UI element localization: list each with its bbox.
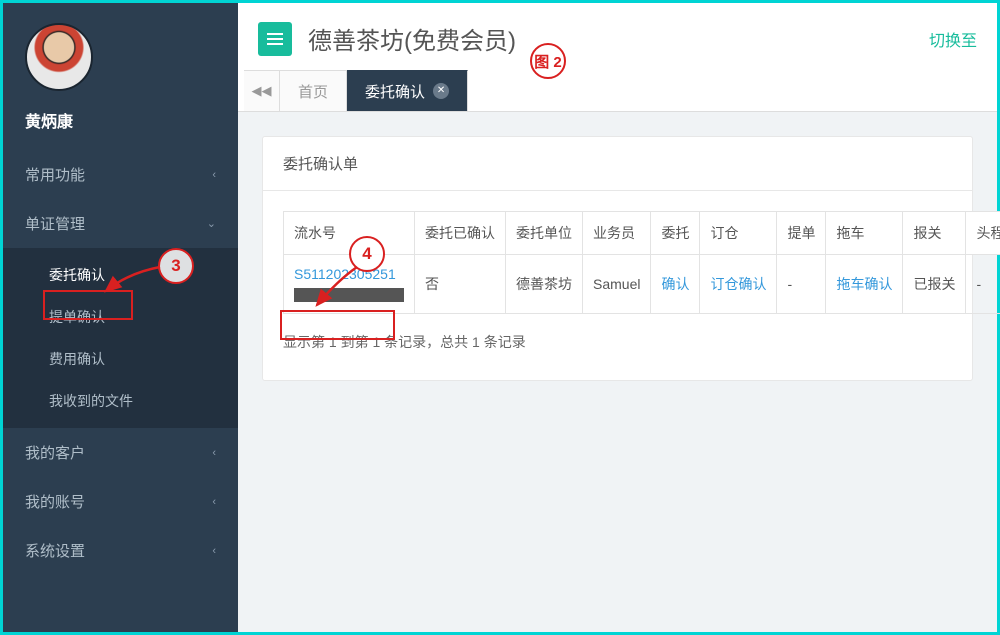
panel: 委托确认单 流水号 委托已确认 委托单位 业务员 委托 订仓 提单 拖车 (262, 136, 973, 381)
sidebar-group-label: 常用功能 (25, 164, 85, 185)
switch-link[interactable]: 切换至 (929, 27, 977, 51)
avatar-block (3, 3, 238, 96)
pagination-info: 显示第 1 到第 1 条记录，总共 1 条记录 (283, 332, 952, 352)
sidebar-group-label: 单证管理 (25, 213, 85, 234)
chevron-left-icon: ‹ (212, 169, 216, 181)
sidebar-submenu-docs: 委托确认 提单确认 费用确认 我收到的文件 (3, 248, 238, 428)
cell-customs: 已报关 (903, 255, 966, 314)
tab-bar: ◀◀ 首页 委托确认 ✕ (238, 70, 997, 112)
col-sales[interactable]: 业务员 (583, 212, 651, 255)
sidebar-item-entrust-confirm[interactable]: 委托确认 (3, 254, 238, 296)
chevron-left-icon: ‹ (212, 496, 216, 508)
cell-sales: Samuel (583, 255, 651, 314)
serial-link[interactable]: S511202305251 (294, 266, 396, 282)
sidebar-item-bl-confirm[interactable]: 提单确认 (3, 296, 238, 338)
sidebar-group-label: 我的客户 (25, 442, 85, 463)
col-customs[interactable]: 报关 (903, 212, 966, 255)
panel-body: 流水号 委托已确认 委托单位 业务员 委托 订仓 提单 拖车 报关 头程 (263, 191, 972, 380)
col-bl[interactable]: 提单 (777, 212, 826, 255)
menu-toggle-button[interactable] (258, 22, 292, 56)
sidebar-item-fee-confirm[interactable]: 费用确认 (3, 338, 238, 380)
cell-booking: 订仓确认 (700, 255, 777, 314)
cell-confirmed: 否 (415, 255, 506, 314)
sidebar-group-label: 我的账号 (25, 491, 85, 512)
chevron-down-icon: ⌄ (207, 217, 216, 230)
double-chevron-left-icon: ◀◀ (252, 83, 272, 99)
sidebar-group-customers[interactable]: 我的客户 ‹ (3, 428, 238, 477)
panel-title: 委托确认单 (263, 137, 972, 191)
sidebar-menu: 常用功能 ‹ 单证管理 ⌄ 委托确认 提单确认 费用确认 我收到的文件 我的客户… (3, 150, 238, 575)
page-title: 德善茶坊(免费会员) (308, 21, 516, 56)
sidebar-item-received-files[interactable]: 我收到的文件 (3, 380, 238, 422)
cell-client: 德善茶坊 (506, 255, 583, 314)
col-client[interactable]: 委托单位 (506, 212, 583, 255)
sidebar: 黄炳康 常用功能 ‹ 单证管理 ⌄ 委托确认 提单确认 费用确认 我收到的文件 … (3, 3, 238, 632)
sidebar-group-common[interactable]: 常用功能 ‹ (3, 150, 238, 199)
cell-entrust: 确认 (651, 255, 700, 314)
main-area: 德善茶坊(免费会员) 切换至 ◀◀ 首页 委托确认 ✕ 委托确认单 流水号 委托… (238, 3, 997, 632)
header: 德善茶坊(免费会员) 切换至 (238, 3, 997, 70)
sidebar-item-label: 委托确认 (49, 267, 105, 283)
sidebar-item-label: 费用确认 (49, 351, 105, 367)
close-icon[interactable]: ✕ (433, 83, 449, 99)
content-area: 委托确认单 流水号 委托已确认 委托单位 业务员 委托 订仓 提单 拖车 (238, 112, 997, 405)
tab-label: 首页 (298, 81, 328, 102)
table-row: S511202305251 否 德善茶坊 Samuel 确认 订仓确认 - 拖车… (284, 255, 1000, 314)
entrust-link[interactable]: 确认 (661, 276, 689, 292)
data-table: 流水号 委托已确认 委托单位 业务员 委托 订仓 提单 拖车 报关 头程 (283, 211, 1000, 314)
tab-entrust-confirm[interactable]: 委托确认 ✕ (347, 70, 468, 111)
redacted-block (294, 288, 404, 302)
cell-firstleg: - (966, 255, 1000, 314)
sidebar-group-docs[interactable]: 单证管理 ⌄ (3, 199, 238, 248)
tab-home[interactable]: 首页 (280, 70, 347, 111)
sidebar-group-label: 系统设置 (25, 540, 85, 561)
col-confirmed[interactable]: 委托已确认 (415, 212, 506, 255)
cell-bl: - (777, 255, 826, 314)
truck-link[interactable]: 拖车确认 (836, 276, 892, 292)
col-booking[interactable]: 订仓 (700, 212, 777, 255)
cell-serial: S511202305251 (284, 255, 415, 314)
sidebar-item-label: 我收到的文件 (49, 393, 133, 409)
col-truck[interactable]: 拖车 (826, 212, 903, 255)
avatar[interactable] (25, 23, 93, 91)
cell-truck: 拖车确认 (826, 255, 903, 314)
col-serial[interactable]: 流水号 (284, 212, 415, 255)
chevron-left-icon: ‹ (212, 545, 216, 557)
sidebar-group-system[interactable]: 系统设置 ‹ (3, 526, 238, 575)
chevron-left-icon: ‹ (212, 447, 216, 459)
col-entrust[interactable]: 委托 (651, 212, 700, 255)
booking-link[interactable]: 订仓确认 (710, 276, 766, 292)
col-firstleg[interactable]: 头程 (966, 212, 1000, 255)
username-label: 黄炳康 (3, 96, 238, 150)
sidebar-group-account[interactable]: 我的账号 ‹ (3, 477, 238, 526)
tab-collapse-button[interactable]: ◀◀ (244, 70, 280, 111)
sidebar-item-label: 提单确认 (49, 309, 105, 325)
tab-label: 委托确认 (365, 81, 425, 102)
